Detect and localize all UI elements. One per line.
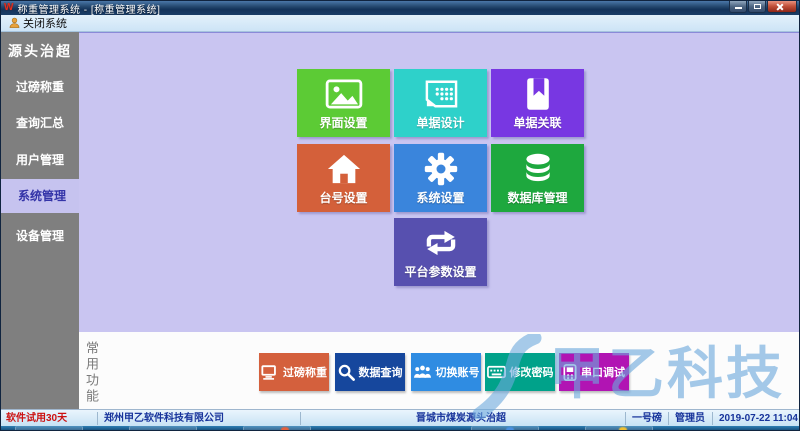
- sidebar-header: 源头治超: [1, 41, 79, 61]
- quick-button-label: 串口调试: [581, 364, 625, 380]
- quick-button-switch-account[interactable]: 切换账号: [411, 353, 481, 391]
- tile-label: 单据设计: [394, 114, 487, 131]
- quick-button-weighing[interactable]: 过磅称重: [259, 353, 329, 391]
- status-divider: [712, 412, 713, 425]
- status-divider: [668, 412, 669, 425]
- status-project: 晋城市煤炭源头治超: [416, 410, 506, 427]
- sidebar-item-users[interactable]: 用户管理: [1, 150, 79, 170]
- home-icon: [297, 149, 390, 189]
- bookmark-icon: [491, 74, 584, 114]
- title-bar: W 称重管理系统 - [称重管理系统]: [1, 1, 800, 15]
- tile-system-settings[interactable]: 系统设置: [394, 144, 487, 212]
- quick-button-label: 过磅称重: [283, 364, 327, 380]
- taskbar-app-icon[interactable]: [619, 427, 627, 431]
- serial-device-icon: [563, 364, 577, 381]
- sidebar-item-weighing[interactable]: 过磅称重: [1, 77, 79, 97]
- gear-icon: [394, 149, 487, 189]
- status-datetime: 2019-07-22 11:04:25: [719, 410, 800, 427]
- receipt-design-icon: [394, 74, 487, 114]
- tile-label: 平台参数设置: [394, 263, 487, 280]
- tile-station-settings[interactable]: 台号设置: [297, 144, 390, 212]
- sidebar-item-system[interactable]: 系统管理: [1, 179, 83, 213]
- tile-label: 界面设置: [297, 114, 390, 131]
- sidebar: 源头治超 过磅称重 查询汇总 用户管理 系统管理 设备管理: [1, 32, 79, 409]
- quick-button-serial-debug[interactable]: 串口调试: [559, 353, 629, 391]
- status-scale: 一号磅: [632, 410, 662, 427]
- window-title: 称重管理系统 - [称重管理系统]: [17, 1, 160, 16]
- common-functions-label: 常用功能: [82, 341, 101, 405]
- tile-label: 系统设置: [394, 189, 487, 206]
- menu-bar: 关闭系统: [1, 15, 800, 32]
- quick-button-label: 修改密码: [510, 364, 554, 380]
- main-panel: 界面设置 单据设计: [79, 32, 800, 332]
- minimize-button[interactable]: [729, 1, 747, 13]
- tile-receipt-link[interactable]: 单据关联: [491, 69, 584, 137]
- tile-receipt-design[interactable]: 单据设计: [394, 69, 487, 137]
- close-button[interactable]: [767, 1, 797, 13]
- menu-item-label: 关闭系统: [23, 15, 67, 31]
- status-divider: [300, 412, 301, 425]
- taskbar-app-icon[interactable]: [281, 427, 289, 431]
- maximize-button[interactable]: [748, 1, 766, 13]
- status-company: 郑州甲乙软件科技有限公司: [104, 410, 224, 427]
- taskbar-button[interactable]: [129, 426, 197, 431]
- quick-button-change-password[interactable]: 修改密码: [485, 353, 555, 391]
- image-icon: [297, 74, 390, 114]
- person-icon: [9, 17, 20, 29]
- taskbar-button[interactable]: [471, 426, 539, 431]
- sidebar-item-devices[interactable]: 设备管理: [1, 226, 79, 246]
- status-divider: [97, 412, 98, 425]
- taskbar-app-icon[interactable]: [506, 427, 514, 431]
- computer-icon: [261, 364, 279, 381]
- taskbar[interactable]: [1, 426, 800, 431]
- database-icon: [491, 149, 584, 189]
- tile-platform-params[interactable]: 平台参数设置: [394, 218, 487, 286]
- status-bar: 软件试用30天 郑州甲乙软件科技有限公司 晋城市煤炭源头治超 一号磅 管理员 2…: [1, 409, 800, 426]
- users-icon: [413, 364, 432, 380]
- status-divider: [625, 412, 626, 425]
- quick-button-label: 数据查询: [359, 364, 403, 380]
- status-trial: 软件试用30天: [6, 410, 67, 427]
- common-functions-panel: 常用功能 过磅称重 数据查询 切换账号: [79, 332, 800, 409]
- status-user: 管理员: [675, 410, 705, 427]
- tile-interface-settings[interactable]: 界面设置: [297, 69, 390, 137]
- app-window: W 称重管理系统 - [称重管理系统] 关闭系统 源头治超 过磅称重 查询汇总 …: [0, 0, 800, 431]
- quick-button-data-query[interactable]: 数据查询: [335, 353, 405, 391]
- quick-button-label: 切换账号: [436, 364, 480, 380]
- keypad-icon: [487, 365, 506, 379]
- tile-label: 单据关联: [491, 114, 584, 131]
- taskbar-button[interactable]: [15, 426, 83, 431]
- repeat-icon: [394, 223, 487, 263]
- menu-item-close-system[interactable]: 关闭系统: [1, 15, 75, 31]
- search-icon: [338, 364, 355, 381]
- sidebar-item-query[interactable]: 查询汇总: [1, 113, 79, 133]
- app-logo-icon: W: [4, 3, 13, 13]
- tile-database-management[interactable]: 数据库管理: [491, 144, 584, 212]
- tile-label: 台号设置: [297, 189, 390, 206]
- tile-label: 数据库管理: [491, 189, 584, 206]
- taskbar-button[interactable]: [243, 426, 311, 431]
